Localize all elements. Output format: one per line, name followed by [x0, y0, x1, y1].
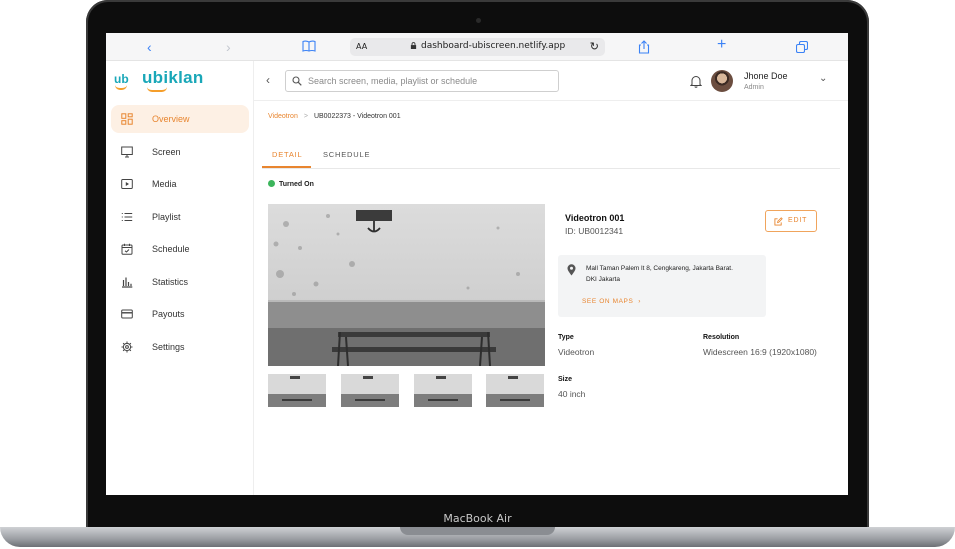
edit-button[interactable]: EDIT	[765, 210, 817, 232]
new-tab-icon[interactable]: +	[717, 37, 726, 53]
device-id: ID: UB0012341	[565, 226, 624, 236]
map-pin-icon	[567, 264, 576, 276]
camera-dot	[476, 18, 481, 23]
see-on-maps-link[interactable]: SEE ON MAPS ›	[582, 298, 641, 305]
thumbnail-image	[341, 374, 399, 407]
edit-icon	[774, 217, 783, 226]
type-label: Type	[558, 334, 574, 341]
active-tab-indicator	[262, 166, 311, 168]
thumbnail[interactable]	[486, 374, 544, 407]
search-icon	[292, 76, 302, 86]
tab-detail[interactable]: DETAIL	[272, 150, 303, 159]
list-icon	[121, 212, 133, 221]
size-label: Size	[558, 376, 573, 383]
avatar[interactable]	[711, 70, 733, 92]
bookmarks-icon[interactable]	[302, 40, 316, 52]
grid-icon	[121, 113, 133, 125]
url-text: dashboard-ubiscreen.netlify.app	[421, 41, 566, 51]
thumbnail-image	[486, 374, 544, 407]
browser-back-icon[interactable]: ‹	[147, 39, 152, 55]
reload-icon[interactable]: ↻	[590, 40, 599, 53]
browser-toolbar: ‹ › AA dashboard-ubiscreen.netlify.app ↻…	[106, 33, 848, 61]
text-size-label[interactable]: AA	[356, 42, 367, 51]
laptop-notch	[400, 527, 555, 535]
laptop-model-label: MacBook Air	[443, 512, 512, 525]
gear-icon	[121, 341, 133, 352]
logo-mark: ub	[114, 72, 129, 86]
address-line-1: Mall Taman Palem lt 8, Cengkareng, Jakar…	[586, 265, 733, 272]
bar-chart-icon	[122, 277, 133, 288]
tab-schedule[interactable]: SCHEDULE	[323, 150, 370, 159]
calendar-icon	[121, 243, 133, 255]
sidebar-item-playlist[interactable]: Playlist	[111, 203, 249, 231]
breadcrumb-separator: >	[303, 113, 308, 120]
sidebar-item-media[interactable]: Media	[111, 170, 249, 198]
resolution-label: Resolution	[703, 334, 740, 341]
notification-bell-icon[interactable]	[690, 74, 702, 88]
sidebar-item-payouts[interactable]: Payouts	[111, 300, 249, 328]
sidebar-item-label: Playlist	[152, 211, 181, 222]
sidebar-item-label: Payouts	[152, 309, 185, 319]
breadcrumb-current: UB0022373 - Videotron 001	[313, 113, 401, 120]
screen: ‹ › AA dashboard-ubiscreen.netlify.app ↻…	[106, 33, 848, 495]
status-dot	[268, 180, 275, 187]
screen-photo[interactable]	[268, 204, 545, 366]
back-icon[interactable]: ‹	[266, 73, 270, 87]
tabs-overview-icon[interactable]	[796, 41, 808, 53]
detail-tabs: DETAIL SCHEDULE	[262, 144, 840, 169]
address-bar[interactable]: AA dashboard-ubiscreen.netlify.app ↻	[350, 38, 605, 56]
status-badge: Turned On	[268, 180, 314, 188]
sidebar-item-label: Statistics	[152, 276, 189, 287]
user-name[interactable]: Jhone Doe	[744, 71, 788, 81]
location-card: Mall Taman Palem lt 8, Cengkareng, Jakar…	[558, 255, 766, 317]
logo-wordmark-smile	[147, 87, 167, 92]
sidebar-item-label: Overview	[152, 114, 190, 124]
sidebar-item-label: Schedule	[152, 244, 190, 254]
resolution-value: Widescreen 16:9 (1920x1080)	[703, 347, 817, 357]
search-box[interactable]	[285, 70, 559, 92]
type-value: Videotron	[558, 347, 595, 357]
sidebar-item-screen[interactable]: Screen	[111, 138, 249, 166]
card-icon	[121, 309, 133, 319]
logo-mark-smile	[115, 85, 127, 90]
logo-wordmark: ubiklan	[142, 68, 204, 87]
bench-wall-image	[268, 204, 545, 366]
thumbnail[interactable]	[341, 374, 399, 407]
see-on-maps-label: SEE ON MAPS	[582, 298, 634, 305]
status-text: Turned On	[279, 181, 314, 188]
sidebar-item-schedule[interactable]: Schedule	[111, 235, 249, 263]
lock-icon	[410, 42, 417, 49]
breadcrumb-parent-link[interactable]: Videotron	[268, 113, 298, 120]
share-icon[interactable]	[638, 40, 650, 54]
sidebar-item-statistics[interactable]: Statistics	[111, 268, 249, 296]
sidebar-item-settings[interactable]: Settings	[111, 333, 249, 361]
sidebar-item-label: Screen	[152, 146, 181, 157]
browser-forward-icon[interactable]: ›	[226, 39, 231, 55]
sidebar-item-label: Settings	[152, 341, 185, 352]
sidebar-item-overview[interactable]: Overview	[111, 105, 249, 133]
user-role: Admin	[744, 84, 764, 91]
address-line-2: DKI Jakarta	[586, 276, 620, 283]
size-value: 40 inch	[558, 389, 586, 399]
thumbnail[interactable]	[414, 374, 472, 407]
search-input[interactable]	[308, 74, 553, 88]
sidebar-item-label: Media	[152, 179, 177, 189]
chevron-down-icon[interactable]: ⌄	[819, 73, 827, 84]
edit-button-label: EDIT	[788, 217, 808, 224]
sidebar-nav: Overview Screen Media Playlist Schedule …	[111, 105, 249, 365]
device-name: Videotron 001	[565, 213, 625, 223]
breadcrumb: Videotron > UB0022373 - Videotron 001	[268, 113, 401, 120]
monitor-icon	[121, 146, 133, 157]
thumbnail-image	[414, 374, 472, 407]
thumbnail[interactable]	[268, 374, 326, 407]
top-bar: ‹ Jhone Doe Admin ⌄	[254, 61, 848, 101]
sidebar: ub ubiklan Overview Screen Media Playlis…	[106, 61, 254, 495]
thumbnail-image	[268, 374, 326, 407]
main-content: Videotron > UB0022373 - Videotron 001 DETA…	[254, 101, 848, 495]
play-icon	[121, 179, 133, 189]
